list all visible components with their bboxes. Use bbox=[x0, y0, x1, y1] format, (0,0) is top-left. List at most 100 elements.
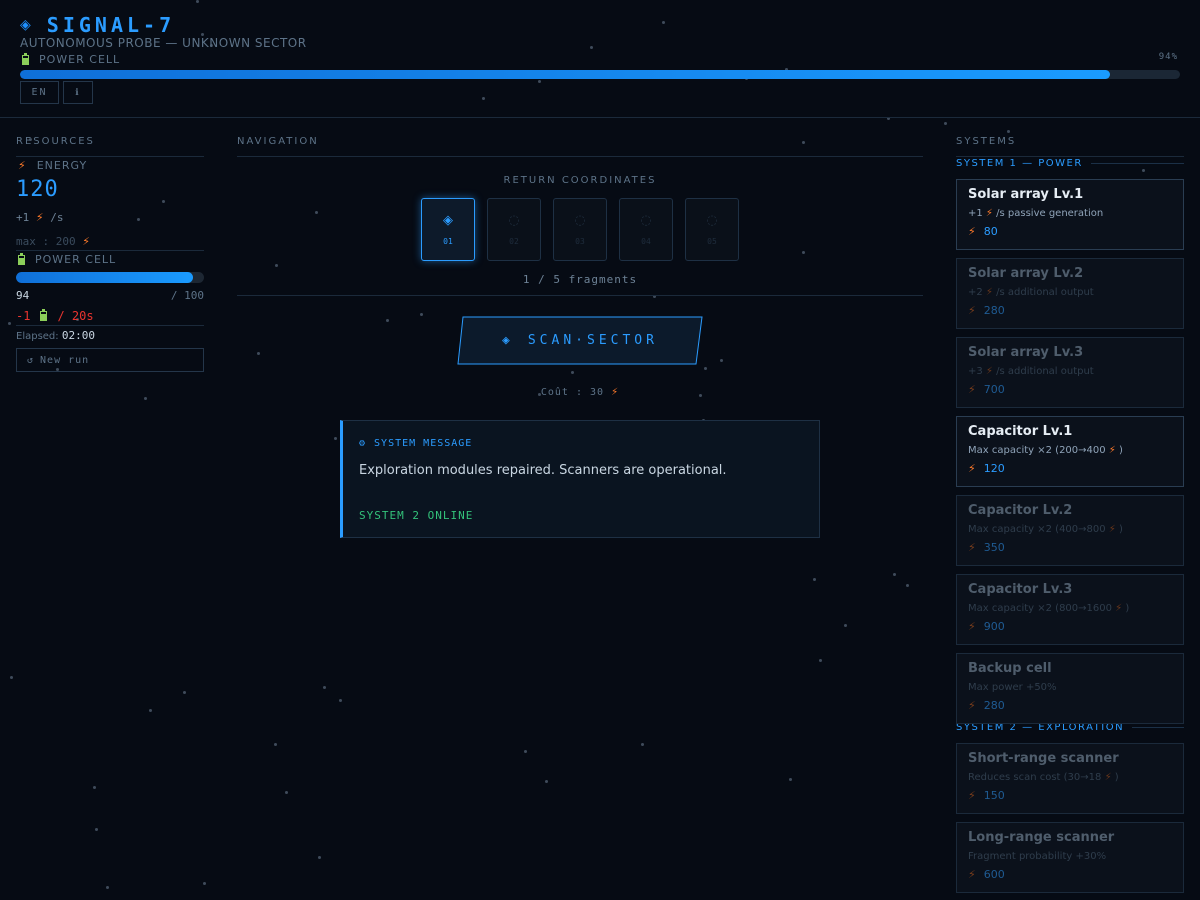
bolt-icon: ⚡ bbox=[968, 225, 976, 238]
system-message-title: SYSTEM MESSAGE bbox=[374, 438, 473, 449]
bolt-icon: ⚡ bbox=[968, 304, 976, 317]
upgrade-cost-value: 700 bbox=[983, 383, 1005, 396]
upgrade-cost: ⚡ 150 bbox=[968, 789, 1172, 802]
energy-label-row: ⚡ ENERGY bbox=[18, 159, 87, 172]
fragment-number: 02 bbox=[509, 237, 519, 246]
fragment-slot: ◌ 04 bbox=[619, 198, 673, 261]
fragment-number: 05 bbox=[707, 237, 717, 246]
new-run-button[interactable]: ↺ New run bbox=[16, 348, 204, 372]
cell-label: POWER CELL bbox=[35, 253, 117, 266]
system-message-box: ⚙ SYSTEM MESSAGE Exploration modules rep… bbox=[340, 420, 820, 538]
return-coordinates-label: RETURN COORDINATES bbox=[503, 175, 657, 186]
fragment-number: 03 bbox=[575, 237, 585, 246]
upgrade-cost: ⚡ 700 bbox=[968, 383, 1172, 396]
upgrade-name: Solar array Lv.2 bbox=[968, 266, 1084, 281]
upgrade-description: Max capacity ×2 (800→1600 ⚡ ) bbox=[968, 603, 1172, 614]
upgrade-description-text: +2 bbox=[968, 287, 983, 298]
upgrade-description: Max capacity ×2 (400→800 ⚡ ) bbox=[968, 524, 1172, 535]
bolt-icon: ⚡ bbox=[968, 789, 976, 802]
upgrade-description-text: Max capacity ×2 (400→800 bbox=[968, 524, 1106, 535]
bolt-icon: ⚡ bbox=[18, 159, 27, 172]
system-1-heading: SYSTEM 1 — POWER bbox=[956, 158, 1184, 169]
cell-divider bbox=[16, 325, 204, 326]
upgrade-cost-value: 280 bbox=[983, 699, 1005, 712]
bolt-icon: ⚡ bbox=[35, 211, 44, 224]
cell-bar-fill bbox=[16, 272, 193, 283]
upgrade-description-text: Reduces scan cost (30→18 bbox=[968, 772, 1102, 783]
upgrade-description-suffix: ) bbox=[1114, 772, 1119, 783]
fragment-slots: ◈ 01 ◌ 02 ◌ 03 ◌ 04 ◌ 05 bbox=[421, 198, 739, 261]
scan-cost: Coût : 30 ⚡ bbox=[237, 387, 923, 398]
upgrade-card[interactable]: Solar array Lv.1 +1 ⚡ /s passive generati… bbox=[956, 179, 1184, 250]
fragment-count: 1 / 5 fragments bbox=[522, 273, 638, 286]
cell-drain: -1 / 20s bbox=[16, 309, 94, 323]
fragment-empty-icon: ◌ bbox=[706, 213, 718, 228]
bolt-icon: ⚡ bbox=[982, 366, 997, 377]
upgrade-cost: ⚡ 350 bbox=[968, 541, 1172, 554]
upgrade-description: +1 ⚡ /s passive generation bbox=[968, 208, 1172, 219]
upgrade-description-text: +3 bbox=[968, 366, 983, 377]
cell-max: / 100 bbox=[170, 289, 204, 302]
bolt-icon: ⚡ bbox=[1111, 603, 1126, 614]
upgrade-card[interactable]: Short-range scanner Reduces scan cost (30… bbox=[956, 743, 1184, 814]
energy-rate-unit: /s bbox=[50, 211, 64, 224]
bolt-icon: ⚡ bbox=[1101, 772, 1115, 783]
bolt-icon: ⚡ bbox=[1105, 524, 1120, 535]
upgrade-description: Max capacity ×2 (200→400 ⚡ ) bbox=[968, 445, 1172, 456]
fragment-diamond-icon: ◈ bbox=[443, 213, 453, 228]
bolt-icon: ⚡ bbox=[968, 541, 976, 554]
fragment-slot: ◌ 03 bbox=[553, 198, 607, 261]
upgrade-card[interactable]: Solar array Lv.2 +2 ⚡ /s additional outpu… bbox=[956, 258, 1184, 329]
cell-value: 94 bbox=[16, 289, 30, 302]
fragment-slot: ◌ 02 bbox=[487, 198, 541, 261]
bolt-icon: ⚡ bbox=[982, 287, 997, 298]
fragment-number: 01 bbox=[443, 237, 453, 246]
battery-icon bbox=[40, 309, 48, 321]
upgrade-cost-value: 80 bbox=[983, 225, 998, 238]
bolt-icon: ⚡ bbox=[968, 620, 976, 633]
upgrade-cost-value: 150 bbox=[983, 789, 1005, 802]
upgrade-cost-value: 600 bbox=[983, 868, 1005, 881]
upgrade-name: Short-range scanner bbox=[968, 751, 1119, 766]
scan-cost-text: Coût : 30 bbox=[540, 387, 605, 398]
upgrade-description-text: Max capacity ×2 (800→1600 bbox=[968, 603, 1112, 614]
upgrade-cost-value: 350 bbox=[983, 541, 1005, 554]
fragment-number: 04 bbox=[641, 237, 651, 246]
upgrade-card[interactable]: Long-range scanner Fragment probability +… bbox=[956, 822, 1184, 893]
cell-bar bbox=[16, 272, 204, 283]
bolt-icon: ⚡ bbox=[968, 868, 976, 881]
upgrade-name: Solar array Lv.1 bbox=[968, 187, 1084, 202]
bolt-icon: ⚡ bbox=[968, 699, 976, 712]
upgrade-description-suffix: /s additional output bbox=[996, 287, 1094, 298]
energy-rate: +1 ⚡ /s bbox=[16, 211, 63, 224]
upgrade-card[interactable]: Backup cell Max power +50% ⚡ 280 bbox=[956, 653, 1184, 724]
energy-max-text: max : 200 bbox=[16, 235, 76, 248]
bolt-icon: ⚡ bbox=[968, 462, 976, 475]
restart-icon: ↺ bbox=[27, 354, 35, 366]
upgrade-card[interactable]: Capacitor Lv.1 Max capacity ×2 (200→400 ⚡… bbox=[956, 416, 1184, 487]
upgrade-cost: ⚡ 120 bbox=[968, 462, 1172, 475]
upgrade-cost: ⚡ 600 bbox=[968, 868, 1172, 881]
upgrade-description-suffix: /s additional output bbox=[996, 366, 1094, 377]
upgrade-description-suffix: /s passive generation bbox=[996, 208, 1104, 219]
elapsed-time: Elapsed: 02:00 bbox=[16, 329, 95, 342]
drain-interval: / 20s bbox=[57, 309, 94, 323]
resources-panel: ⚡ ENERGY 120 +1 ⚡ /s max : 200 ⚡ POWER C… bbox=[16, 0, 204, 900]
upgrade-card[interactable]: Capacitor Lv.3 Max capacity ×2 (800→1600 … bbox=[956, 574, 1184, 645]
upgrade-name: Long-range scanner bbox=[968, 830, 1115, 845]
upgrade-card[interactable]: Solar array Lv.3 +3 ⚡ /s additional outpu… bbox=[956, 337, 1184, 408]
upgrade-name: Capacitor Lv.1 bbox=[968, 424, 1073, 439]
upgrade-description: Reduces scan cost (30→18 ⚡ ) bbox=[968, 772, 1172, 783]
systems-panel: SYSTEM 1 — POWER SYSTEM 2 — EXPLORATION … bbox=[956, 0, 1184, 900]
upgrade-name: Capacitor Lv.2 bbox=[968, 503, 1073, 518]
system-message-header: ⚙ SYSTEM MESSAGE bbox=[359, 438, 472, 449]
upgrade-name: Capacitor Lv.3 bbox=[968, 582, 1073, 597]
upgrade-card[interactable]: Capacitor Lv.2 Max capacity ×2 (400→800 ⚡… bbox=[956, 495, 1184, 566]
new-run-label: New run bbox=[40, 354, 90, 366]
upgrade-description: +2 ⚡ /s additional output bbox=[968, 287, 1172, 298]
cell-label-row: POWER CELL bbox=[18, 252, 117, 266]
upgrade-name: Backup cell bbox=[968, 661, 1052, 676]
upgrade-cost: ⚡ 280 bbox=[968, 699, 1172, 712]
scan-sector-button[interactable]: ◈ SCAN·SECTOR bbox=[457, 316, 703, 365]
upgrade-description: Max power +50% bbox=[968, 682, 1172, 693]
